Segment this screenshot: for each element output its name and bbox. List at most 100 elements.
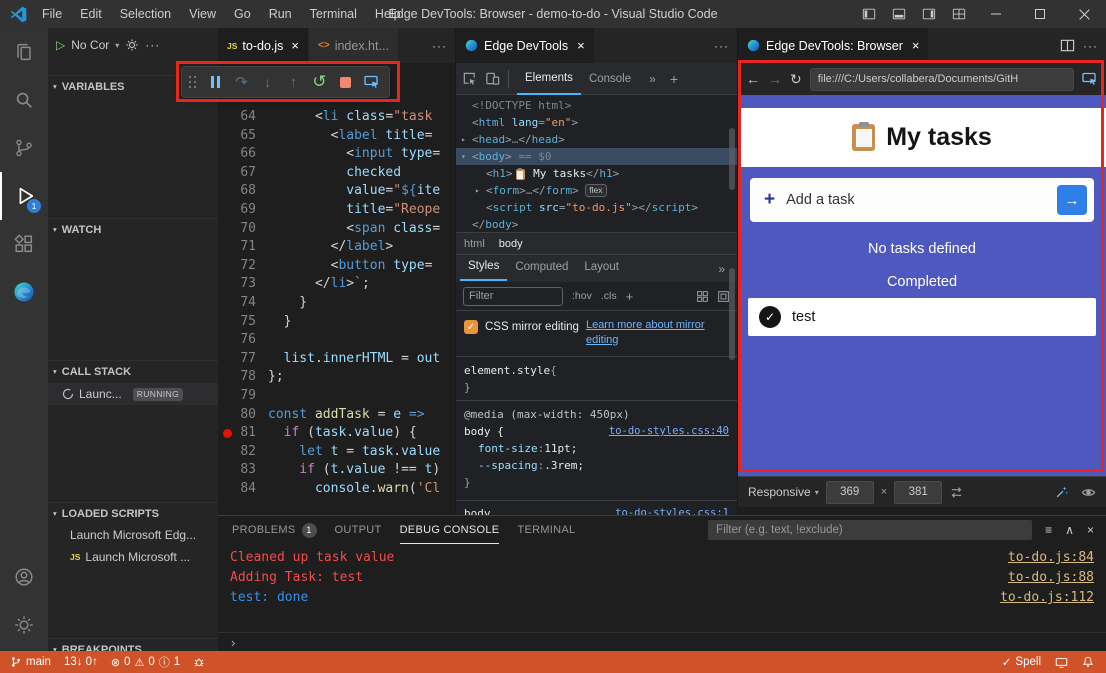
devtools-tab[interactable]: Styles — [460, 253, 507, 281]
stylesheet-link[interactable]: to-do-styles.css:1 — [615, 505, 729, 515]
reload-icon[interactable]: ↻ — [790, 71, 802, 88]
devtools-tab[interactable]: Layout — [576, 253, 627, 281]
add-task-input[interactable]: Add a task — [786, 192, 855, 208]
step-out-button[interactable]: ↑ — [281, 69, 306, 95]
more-actions-icon[interactable]: ··· — [714, 39, 729, 53]
url-input[interactable] — [810, 68, 1074, 91]
menu-item[interactable]: Edit — [71, 0, 111, 28]
source-link[interactable]: to-do.js:88 — [1008, 568, 1094, 588]
line-number[interactable]: 67 — [218, 164, 256, 183]
line-number[interactable]: 71 — [218, 238, 256, 257]
line-number[interactable]: 64 — [218, 108, 256, 127]
step-over-button[interactable]: ↷ — [229, 69, 254, 95]
dom-tree-row[interactable]: <h1> My tasks</h1> — [456, 165, 737, 182]
expand-arrow-icon[interactable]: ▸ — [475, 186, 486, 195]
sidebar-item-run-debug[interactable]: 1 — [0, 172, 48, 220]
close-button[interactable] — [1062, 0, 1106, 28]
back-icon[interactable]: ← — [746, 71, 760, 87]
gear-icon[interactable] — [125, 38, 139, 52]
close-tab-icon[interactable]: × — [577, 38, 585, 53]
devtools-tab[interactable]: Elements — [517, 63, 581, 95]
dom-tree-row[interactable]: ▸ <form>…</form>flex — [456, 182, 737, 199]
completed-task-row[interactable]: ✓ test — [748, 298, 1096, 336]
line-number[interactable]: 79 — [218, 387, 256, 406]
restart-button[interactable]: ↺ — [307, 69, 332, 95]
devtools-tab[interactable]: Computed — [507, 253, 576, 281]
inspect-icon[interactable] — [462, 71, 477, 86]
breadcrumb-item[interactable]: body — [499, 238, 523, 250]
toggle-secondary-sidebar-icon[interactable] — [914, 0, 944, 28]
account-button[interactable] — [0, 553, 48, 601]
css-mirror-checkbox[interactable]: ✓ — [464, 320, 478, 334]
maximize-panel-icon[interactable]: ∧ — [1065, 523, 1074, 537]
close-tab-icon[interactable]: × — [291, 38, 299, 53]
next-rule-block[interactable]: body,to-do-styles.css:1 — [456, 500, 737, 515]
panel-tab[interactable]: TERMINAL — [517, 517, 575, 544]
dom-tree-row[interactable]: <script src="to-do.js"></script> — [456, 199, 737, 216]
stop-button[interactable] — [333, 69, 358, 95]
open-screencast-button[interactable] — [359, 69, 384, 95]
panel-tab[interactable]: DEBUG CONSOLE — [400, 517, 500, 544]
panel-tab[interactable]: OUTPUT — [335, 517, 382, 544]
expand-arrow-icon[interactable]: ▾ — [461, 152, 472, 161]
section-call-stack[interactable]: ▾CALL STACK — [48, 360, 218, 382]
more-actions-icon[interactable]: ··· — [1083, 39, 1098, 53]
step-into-button[interactable]: ↓ — [255, 69, 280, 95]
toggle-hover-state-button[interactable]: :hov — [572, 290, 592, 302]
editor-tab[interactable]: JS to-do.js × — [218, 28, 309, 63]
toggle-class-button[interactable]: .cls — [601, 290, 617, 302]
viewport-height-input[interactable] — [894, 481, 942, 504]
mirror-learn-more-link[interactable]: Learn more about mirror editing — [586, 318, 729, 348]
line-number[interactable]: 65 — [218, 127, 256, 146]
toggle-panel-icon[interactable] — [884, 0, 914, 28]
css-property-name[interactable]: --spacing — [478, 457, 538, 474]
loaded-script-item[interactable]: Launch Microsoft Edg... — [48, 524, 218, 546]
line-number[interactable]: 80 — [218, 406, 256, 425]
dom-tree-row[interactable]: <html lang="en"> — [456, 114, 737, 131]
element-style-block[interactable]: element.style { } — [456, 356, 737, 400]
section-watch[interactable]: ▾WATCH — [48, 218, 218, 240]
media-rule-block[interactable]: @media (max-width: 450px) body {to-do-st… — [456, 400, 737, 500]
sidebar-item-search[interactable] — [0, 76, 48, 124]
css-property-value[interactable]: .3rem; — [544, 457, 584, 474]
submit-task-button[interactable]: → — [1057, 185, 1087, 215]
output-actions-icon[interactable]: ≡ — [1045, 523, 1052, 537]
toggle-sidebar-icon[interactable] — [854, 0, 884, 28]
line-number[interactable]: 69 — [218, 201, 256, 220]
close-tab-icon[interactable]: × — [912, 38, 920, 53]
wand-icon[interactable] — [1055, 485, 1069, 499]
loaded-script-item[interactable]: JS Launch Microsoft ... — [48, 546, 218, 568]
line-number[interactable]: 83 — [218, 461, 256, 480]
line-number[interactable]: 74 — [218, 294, 256, 313]
pause-button[interactable] — [203, 69, 228, 95]
dom-tree-row[interactable]: <!DOCTYPE html> — [456, 97, 737, 114]
debug-config-dropdown[interactable]: No Cor — [71, 38, 109, 52]
scrollbar[interactable] — [729, 128, 735, 190]
responsive-dropdown[interactable]: Responsive▾ — [748, 485, 819, 499]
add-tool-icon[interactable]: + — [670, 71, 678, 87]
css-property-value[interactable]: 11pt; — [544, 440, 577, 457]
sidebar-item-source-control[interactable] — [0, 124, 48, 172]
customize-layout-icon[interactable] — [944, 0, 974, 28]
styles-filter-input[interactable] — [463, 287, 563, 306]
stylesheet-link[interactable]: to-do-styles.css:40 — [609, 423, 729, 440]
settings-button[interactable] — [0, 601, 48, 649]
eye-icon[interactable] — [1081, 485, 1096, 500]
sidebar-item-extensions[interactable] — [0, 220, 48, 268]
split-editor-icon[interactable] — [1060, 38, 1075, 53]
line-number[interactable]: 78 — [218, 368, 256, 387]
debug-status-indicator[interactable] — [193, 656, 205, 668]
menu-item[interactable]: Selection — [111, 0, 180, 28]
devtools-editor-tab[interactable]: Edge DevTools × — [456, 28, 594, 63]
sidebar-item-edge-devtools[interactable] — [0, 268, 48, 316]
problems-indicator[interactable]: ⊗0 ⚠0 ⓘ1 — [111, 654, 180, 670]
sidebar-item-explorer[interactable] — [0, 28, 48, 76]
menu-item[interactable]: Run — [260, 0, 301, 28]
line-number[interactable]: 66 — [218, 145, 256, 164]
code-editor[interactable]: 64 <li class="task 65 <label title= 66 <… — [218, 63, 455, 515]
console-filter-input[interactable] — [708, 520, 1032, 540]
browser-editor-tab[interactable]: Edge DevTools: Browser × — [738, 28, 928, 63]
scrollbar[interactable] — [729, 268, 735, 360]
line-number[interactable]: 68 — [218, 182, 256, 201]
menu-item[interactable]: File — [33, 0, 71, 28]
